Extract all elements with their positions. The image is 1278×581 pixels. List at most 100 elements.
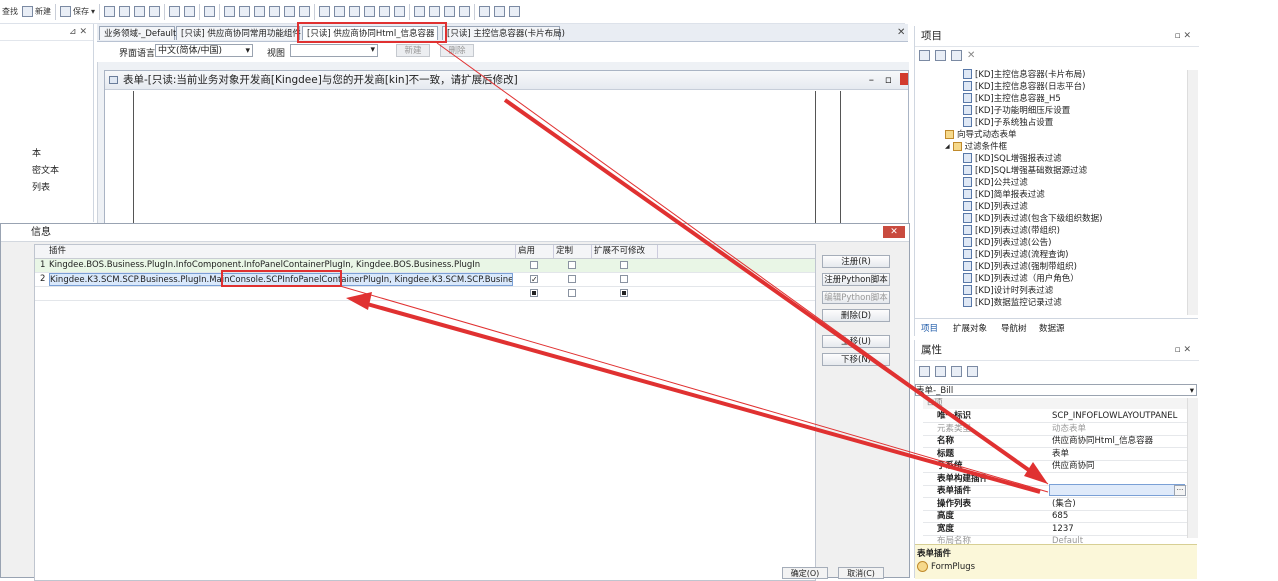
toolbar-tool-icon[interactable] <box>134 6 146 17</box>
close-icon[interactable] <box>900 73 908 85</box>
toolbox-item[interactable]: 列表 <box>32 180 50 193</box>
grid-icon[interactable] <box>394 6 406 17</box>
enabled-checkbox[interactable]: ✓ <box>530 275 538 284</box>
property-value[interactable]: 供应商协同 <box>1052 460 1095 472</box>
property-value[interactable]: 685 <box>1052 510 1068 522</box>
toolbar-tool-icon[interactable] <box>149 6 161 17</box>
object-select[interactable]: 表单-_Bill ▾ <box>915 384 1197 396</box>
tab-project[interactable]: 项目 <box>921 322 938 334</box>
property-row[interactable]: 标题 表单 <box>923 448 1193 461</box>
align-right-icon[interactable] <box>254 6 266 17</box>
tree-item[interactable]: [KD]数据监控记录过滤 <box>963 296 1062 308</box>
alphabetical-icon[interactable] <box>935 366 946 377</box>
property-value[interactable]: 动态表单 <box>1052 423 1086 435</box>
tree-item[interactable]: [KD]子功能明细压斥设置 <box>963 104 1070 116</box>
column-header-custom[interactable]: 定制 <box>553 245 573 258</box>
property-value[interactable]: 表单 <box>1052 448 1069 460</box>
property-row[interactable]: 子系统 供应商协同 <box>923 460 1193 473</box>
enabled-checkbox[interactable] <box>530 261 538 269</box>
table-row[interactable]: 1 Kingdee.BOS.Business.PlugIn.InfoCompon… <box>35 259 815 273</box>
panel-controls[interactable]: ▫ ✕ <box>1174 340 1191 360</box>
tree-item[interactable]: [KD]列表过滤(带组织) <box>963 224 1060 236</box>
align-top-icon[interactable] <box>269 6 281 17</box>
save-button[interactable]: 保存 ▾ <box>60 3 95 21</box>
new-view-button[interactable]: 新建 <box>396 44 430 57</box>
toolbox-item[interactable]: 密文本 <box>32 163 59 176</box>
tree-item[interactable]: [KD]主控信息容器(卡片布局) <box>963 68 1085 80</box>
properties-icon[interactable] <box>951 366 962 377</box>
view-select[interactable]: ▾ <box>290 44 378 57</box>
toolbar-tool-icon[interactable] <box>119 6 131 17</box>
property-value[interactable]: 供应商协同Html_信息容器 <box>1052 435 1153 447</box>
lock-icon[interactable] <box>444 6 456 17</box>
property-row[interactable]: 操作列表 (集合) <box>923 498 1193 511</box>
cancel-button[interactable]: 取消(C) <box>838 567 884 579</box>
find-button[interactable]: 查找 <box>2 3 18 21</box>
align-center-icon[interactable] <box>239 6 251 17</box>
tree-item[interactable]: [KD]主控信息容器(日志平台) <box>963 80 1085 92</box>
move-up-button[interactable]: 上移(U) <box>822 335 890 348</box>
preview-icon[interactable] <box>459 6 471 17</box>
minimize-icon[interactable]: – <box>869 71 874 89</box>
tree-item[interactable]: [KD]列表过滤(包含下级组织数据) <box>963 212 1102 224</box>
tree-item[interactable]: [KD]SQL增强基础数据源过滤 <box>963 164 1087 176</box>
layout-icon[interactable] <box>494 6 506 17</box>
tab-nav-tree[interactable]: 导航树 <box>1001 322 1027 334</box>
locked-checkbox[interactable] <box>620 261 628 269</box>
tree-item[interactable]: [KD]列表过滤(强制带组织) <box>963 260 1077 272</box>
v-spacing-icon[interactable] <box>379 6 391 17</box>
panel-controls[interactable]: ▫ ✕ <box>1174 26 1191 46</box>
toolbox-controls[interactable]: ⊿ ✕ <box>0 24 93 41</box>
ok-button[interactable]: 确定(O) <box>782 567 828 579</box>
tree-item[interactable]: [KD]列表过滤(流程查询) <box>963 248 1068 260</box>
move-down-button[interactable]: 下移(N) <box>822 353 890 366</box>
property-group[interactable]: ⊟项 <box>923 398 1193 409</box>
tab-main-info-container[interactable]: [只读] 主控信息容器(卡片布局) <box>442 26 565 40</box>
column-header-plugin[interactable]: 插件 <box>49 245 66 258</box>
toolbar-tool-icon[interactable] <box>104 6 116 17</box>
edit-python-button[interactable]: 编辑Python脚本 <box>822 291 890 304</box>
same-width-icon[interactable] <box>319 6 331 17</box>
delete-icon[interactable]: ✕ <box>967 50 975 61</box>
language-select[interactable]: 中文(简体/中国) ▾ <box>155 44 253 57</box>
align-middle-icon[interactable] <box>284 6 296 17</box>
enabled-checkbox[interactable] <box>530 289 538 297</box>
locked-checkbox[interactable] <box>620 289 628 297</box>
layout-icon[interactable] <box>479 6 491 17</box>
property-value[interactable]: 1237 <box>1052 523 1074 535</box>
tree-item[interactable]: [KD]列表过滤（用户角色） <box>963 272 1079 284</box>
cut-icon[interactable] <box>204 6 216 17</box>
column-header-locked[interactable]: 扩展不可修改 <box>591 245 645 258</box>
align-left-icon[interactable] <box>224 6 236 17</box>
custom-checkbox[interactable] <box>568 261 576 269</box>
redo-icon[interactable] <box>184 6 196 17</box>
delete-view-button[interactable]: 删除 <box>440 44 474 57</box>
close-tab-icon[interactable]: ✕ <box>897 27 905 38</box>
same-size-icon[interactable] <box>349 6 361 17</box>
tree-item[interactable]: [KD]简单报表过滤 <box>963 188 1045 200</box>
dialog-close-button[interactable]: ✕ <box>883 226 905 238</box>
property-row[interactable]: 宽度 1237 <box>923 523 1193 536</box>
tab-extension[interactable]: 扩展对象 <box>953 322 987 334</box>
new-button[interactable]: 新建 <box>22 3 51 21</box>
layout-icon[interactable] <box>509 6 521 17</box>
expand-icon[interactable]: ◢ <box>945 143 950 150</box>
custom-checkbox[interactable] <box>568 289 576 297</box>
align-bottom-icon[interactable] <box>299 6 311 17</box>
tree-scrollbar[interactable] <box>1187 70 1198 315</box>
property-row[interactable]: 名称 供应商协同Html_信息容器 <box>923 435 1193 448</box>
delete-button[interactable]: 删除(D) <box>822 309 890 322</box>
plugin-name-selected[interactable]: Kingdee.K3.SCM.SCP.Business.PlugIn.MainC… <box>49 273 513 286</box>
plugin-name[interactable]: Kingdee.BOS.Business.PlugIn.InfoComponen… <box>49 259 513 272</box>
maximize-icon[interactable]: ▫ <box>885 71 892 89</box>
locked-checkbox[interactable] <box>620 275 628 283</box>
tree-item[interactable]: [KD]主控信息容器_H5 <box>963 92 1061 104</box>
property-scrollbar[interactable] <box>1187 398 1198 538</box>
property-row[interactable]: 高度 685 <box>923 510 1193 523</box>
tab-default[interactable]: 业务领域-_Default <box>99 26 176 40</box>
h-spacing-icon[interactable] <box>364 6 376 17</box>
tree-item[interactable]: [KD]列表过滤 <box>963 200 1028 212</box>
register-python-button[interactable]: 注册Python脚本 <box>822 273 890 286</box>
tab-html-info-container[interactable]: [只读] 供应商协同Html_信息容器 <box>302 26 438 40</box>
tree-item[interactable]: [KD]公共过滤 <box>963 176 1028 188</box>
